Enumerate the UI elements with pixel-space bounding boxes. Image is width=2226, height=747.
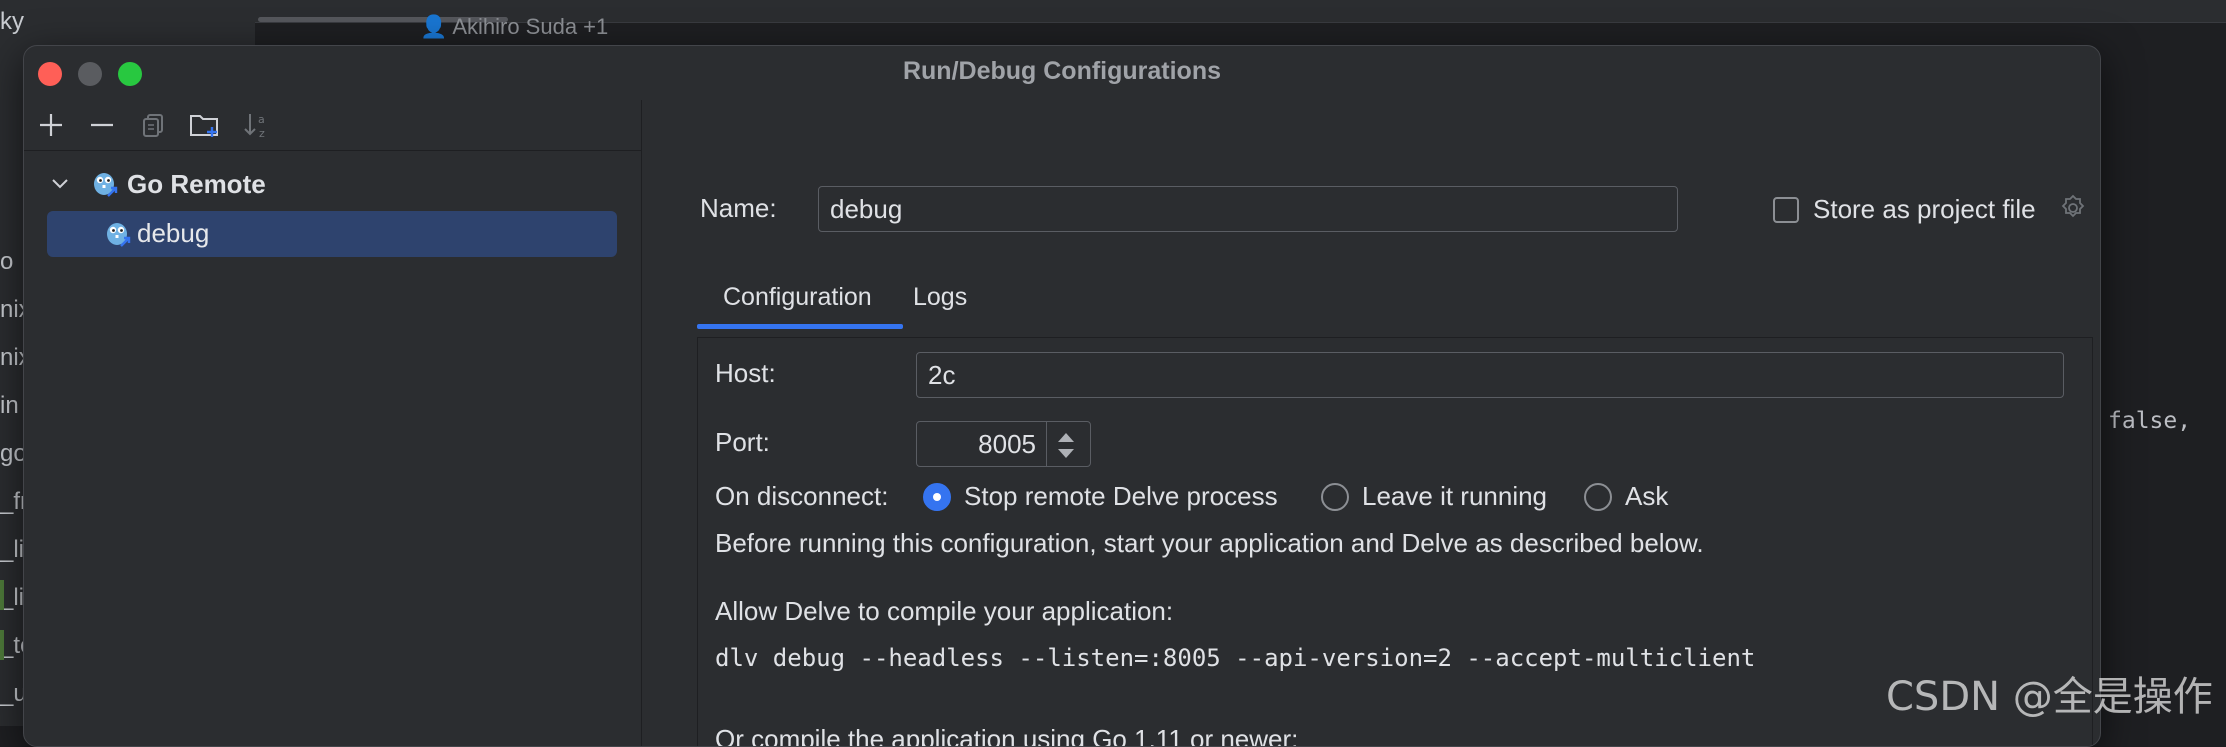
editor-code-fragment: false, [2108, 408, 2192, 434]
dialog-title: Run/Debug Configurations [902, 57, 1222, 85]
configuration-content: Host: 2c Port: 8005 On disconnect: Stop … [697, 337, 2093, 747]
watermark: CSDN @全是操作 [1886, 674, 2213, 720]
plus-icon [40, 114, 62, 136]
copy-icon [143, 114, 163, 137]
name-label: Name: [700, 193, 777, 223]
sidebar-fragment: o [0, 248, 14, 275]
spinner-up-icon[interactable] [1055, 430, 1077, 444]
dialog-titlebar: Run/Debug Configurations [24, 46, 2100, 100]
store-as-project-file-label: Store as project file [1813, 194, 2036, 224]
on-disconnect-label: On disconnect: [715, 481, 889, 511]
allow-delve-compile-label: Allow Delve to compile your application: [715, 596, 1174, 626]
spinner-down-icon[interactable] [1055, 447, 1077, 461]
run-debug-configurations-dialog: Run/Debug Configurations az Go Remote de… [23, 45, 2101, 747]
gear-icon[interactable] [2059, 194, 2087, 222]
svg-text:a: a [258, 113, 265, 126]
tree-item-debug[interactable]: debug [47, 211, 617, 257]
compile-go-label: Or compile the application using Go 1.11… [715, 724, 1299, 747]
vcs-change-marker [0, 630, 4, 660]
vcs-change-marker [0, 580, 4, 610]
go-remote-icon [94, 173, 118, 197]
radio-label-ask[interactable]: Ask [1625, 481, 1668, 512]
radio-label-stop-remote-delve[interactable]: Stop remote Delve process [964, 481, 1278, 512]
folder-add-icon [190, 115, 218, 137]
delve-command: dlv debug --headless --listen=:8005 --ap… [715, 644, 1756, 672]
host-input[interactable]: 2c [916, 352, 2064, 398]
spinner-divider [1046, 422, 1047, 466]
svg-text:z: z [259, 127, 265, 140]
sidebar-fragment: ky [0, 8, 24, 35]
configurations-tree-panel: az Go Remote debug [24, 100, 642, 746]
radio-ask[interactable] [1584, 483, 1612, 511]
info-text: Before running this configuration, start… [715, 528, 1704, 558]
port-label: Port: [715, 427, 770, 457]
host-label: Host: [715, 358, 776, 388]
config-tabs: Configuration Logs [697, 270, 2097, 330]
sort-configurations-button[interactable]: az [238, 106, 276, 144]
tree-group-go-remote[interactable]: Go Remote [24, 162, 641, 206]
tree-toolbar: az [24, 100, 641, 151]
store-as-project-file-checkbox[interactable] [1773, 197, 1799, 223]
configuration-editor-panel: Name: debug Store as project file Config… [642, 100, 2100, 746]
add-configuration-button[interactable] [32, 106, 70, 144]
go-remote-icon [107, 223, 131, 247]
tab-logs[interactable]: Logs [887, 270, 993, 326]
tree-item-label: debug [137, 218, 210, 248]
radio-leave-running[interactable] [1321, 483, 1349, 511]
chevron-down-icon[interactable] [50, 174, 70, 194]
sidebar-fragment: in [0, 392, 19, 419]
active-tab-indicator [697, 324, 903, 329]
remove-configuration-button[interactable] [83, 106, 121, 144]
port-value[interactable]: 8005 [978, 422, 1036, 466]
user-icon: 👤 [420, 14, 448, 39]
tab-configuration[interactable]: Configuration [697, 270, 898, 326]
git-author-annotation: 👤 Akihiro Suda +1 [420, 14, 609, 39]
new-folder-button[interactable] [186, 106, 224, 144]
minus-icon [91, 123, 113, 127]
port-spinner[interactable]: 8005 [916, 421, 1091, 467]
radio-label-leave-running[interactable]: Leave it running [1362, 481, 1547, 512]
tree-group-label: Go Remote [127, 169, 266, 199]
radio-stop-remote-delve[interactable] [923, 483, 951, 511]
sort-alphabetically-icon: az [244, 113, 265, 140]
name-input[interactable]: debug [818, 186, 1678, 232]
copy-configuration-button[interactable] [134, 106, 172, 144]
